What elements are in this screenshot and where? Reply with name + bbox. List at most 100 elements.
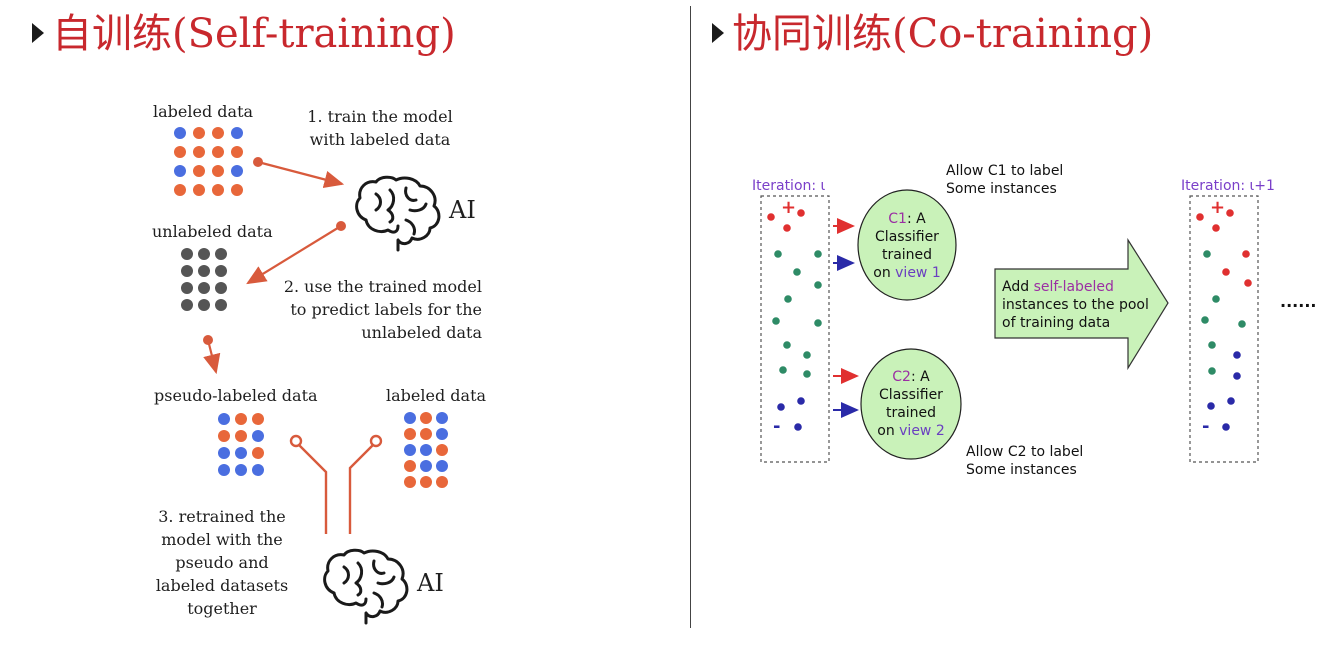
c2-text: C2: A Classifier trained on view 2 [861, 368, 961, 440]
labeled-data-dot [174, 184, 186, 196]
labeled-data-dot [420, 476, 432, 488]
c1-view: view 1 [895, 265, 941, 281]
labeled-data-dots [174, 127, 243, 196]
iteration-right-label: Iteration: ι+1 [1181, 178, 1275, 194]
self-labeled-highlight: self-labeled [1033, 279, 1114, 295]
step1-line: 1. train the model [307, 107, 453, 126]
labeled-data-dot [404, 428, 416, 440]
pseudo-labeled-data-dot [252, 430, 264, 442]
plus-sign-right: + [1210, 197, 1226, 218]
allow-c1-text: Allow C1 to label Some instances [946, 162, 1063, 198]
instance-dot [1201, 316, 1209, 324]
c2-view: view 2 [899, 423, 945, 439]
labeled-data-dot [404, 460, 416, 472]
instance-dot [1208, 341, 1216, 349]
labeled-data-dot [212, 165, 224, 177]
unlabeled-data-dot [181, 265, 193, 277]
labeled-data-dot [436, 428, 448, 440]
unlabeled-data-dots [181, 248, 227, 311]
pseudo-labeled-data-dot [235, 413, 247, 425]
labeled-data-dot [436, 460, 448, 472]
allow-c1-line: Some instances [946, 181, 1057, 197]
unlabeled-data-dot [198, 265, 210, 277]
labeled-data-dot [231, 146, 243, 158]
labeled-data-dot [231, 165, 243, 177]
labeled-data-label: labeled data [153, 102, 254, 121]
iteration-left-dots [767, 209, 822, 431]
big-arrow-line: of training data [1002, 315, 1111, 331]
c1-rest: : A [906, 211, 926, 227]
labeled-data-dot [420, 428, 432, 440]
instance-dot [779, 366, 787, 374]
instance-dot [1233, 351, 1241, 359]
iteration-left-label: Iteration: ι [752, 178, 826, 194]
labeled-data-dot [420, 460, 432, 472]
instance-dot [772, 317, 780, 325]
labeled-data-dot [212, 184, 224, 196]
pseudo-labeled-data-dot [252, 447, 264, 459]
labeled-data-dot [231, 184, 243, 196]
step3-line: labeled datasets [155, 576, 289, 595]
train-arrow [253, 157, 345, 189]
unlabeled-data-label: unlabeled data [152, 222, 273, 241]
brain-icon [355, 175, 441, 252]
labeled-data-dot [174, 165, 186, 177]
c1-line: trained [881, 247, 933, 263]
instance-dot [777, 403, 785, 411]
minus-sign-left: - [773, 416, 781, 437]
instance-dot [1222, 423, 1230, 431]
iteration-right-box [1189, 195, 1259, 463]
minus-sign-right: - [1202, 416, 1210, 437]
section-divider [690, 6, 691, 628]
pseudo-labeled-data-dot [218, 464, 230, 476]
instance-dot [797, 397, 805, 405]
c2-line: Classifier [879, 387, 943, 403]
c1-line: Classifier [875, 229, 939, 245]
instance-dot [797, 209, 805, 217]
pseudo-labeled-data-dot [218, 430, 230, 442]
allow-c2-line: Some instances [966, 462, 1077, 478]
instance-dot [1203, 250, 1211, 258]
ellipsis-text: ...... [1280, 292, 1317, 311]
pseudo-labeled-data-dot [235, 447, 247, 459]
labeled-data-dot [420, 444, 432, 456]
instance-dot [814, 250, 822, 258]
co-training-title: 协同训练(Co-training) [712, 14, 1153, 54]
instance-dot [783, 224, 791, 232]
labeled-data-dot [436, 412, 448, 424]
unlabeled-data-dot [198, 299, 210, 311]
c2-line: on [877, 423, 900, 439]
ai-label: AI [449, 196, 476, 224]
instance-dot [1207, 402, 1215, 410]
unlabeled-data-dot [215, 265, 227, 277]
pseudo-labeled-data-label: pseudo-labeled data [154, 386, 318, 405]
c1-name: C1 [888, 211, 907, 227]
unlabeled-data-dot [198, 282, 210, 294]
instance-dot [1242, 250, 1250, 258]
labeled-data-dot [193, 165, 205, 177]
instance-dot [767, 213, 775, 221]
unlabeled-data-dot [181, 299, 193, 311]
labeled-data-dot [404, 444, 416, 456]
instance-dot [1238, 320, 1246, 328]
big-arrow-line: instances to the pool [1002, 297, 1149, 313]
labeled-data-dot [193, 127, 205, 139]
step2-text: 2. use the trained model to predict labe… [270, 275, 482, 344]
c1-text: C1: A Classifier trained on view 1 [858, 210, 956, 282]
instance-dot [1212, 295, 1220, 303]
brain-icon [323, 548, 409, 625]
instance-dot [1196, 213, 1204, 221]
step1-line: with labeled data [309, 130, 451, 149]
instance-dot [803, 351, 811, 359]
iteration-right-dots [1196, 209, 1252, 431]
labeled-data-dot [212, 146, 224, 158]
step3-line: model with the [161, 530, 283, 549]
bullet-triangle-icon [712, 23, 724, 43]
labeled-data-dot [174, 146, 186, 158]
unlabeled-data-dot [198, 248, 210, 260]
instance-dot [814, 319, 822, 327]
labeled-data-dot [404, 412, 416, 424]
instance-dot [774, 250, 782, 258]
instance-dot [1233, 372, 1241, 380]
c2-line: trained [885, 405, 937, 421]
